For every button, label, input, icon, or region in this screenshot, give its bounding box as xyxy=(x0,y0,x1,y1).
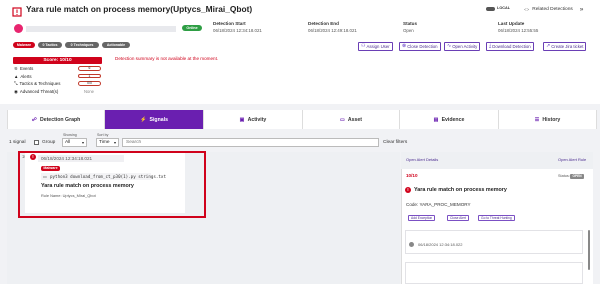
search-input[interactable] xyxy=(122,138,379,147)
detection-page: Yara rule match on process memory(Uptycs… xyxy=(0,0,600,284)
signals-icon: ⚡ xyxy=(140,116,147,123)
activity-tab-icon: ▣ xyxy=(239,116,245,123)
detail-status-label: Status: xyxy=(558,174,570,178)
history-icon: ☰ xyxy=(534,116,540,123)
activity-icon: ∿ xyxy=(447,43,452,49)
asset-logo xyxy=(14,24,23,33)
group-label: Group xyxy=(42,140,56,145)
advanced-threats-value: None xyxy=(84,88,95,94)
event-timestamp: 06/18/2024 12:34:18.022 xyxy=(418,242,463,247)
close-detection-button[interactable]: ⊗ Close Detection xyxy=(399,42,441,51)
advanced-threat-icon: ◉ xyxy=(14,88,18,94)
tag-malware: Malware xyxy=(13,42,35,48)
sort-select[interactable]: Time ▾ xyxy=(96,138,119,147)
tag-techniques: 0 Techniques xyxy=(65,42,99,48)
events-count: 6 xyxy=(78,66,101,71)
detection-end-value: 06/18/2024 12:49:18.021 xyxy=(308,28,357,33)
chevron-right-icon: » xyxy=(579,6,584,13)
related-detections-link[interactable]: <> Related Detections » xyxy=(524,6,584,14)
alerts-row: ▲ Alerts xyxy=(14,73,32,79)
open-alert-rule-link[interactable]: Open Alert Rule xyxy=(558,158,586,162)
chevron-down-icon: ▾ xyxy=(81,140,84,145)
detail-status-badge: OPEN xyxy=(570,174,584,179)
graph-icon: ☍ xyxy=(31,116,37,123)
group-checkbox[interactable] xyxy=(34,140,39,145)
events-row: ⚟ Events xyxy=(14,66,34,71)
env-toggle[interactable]: LOCAL xyxy=(486,6,510,11)
last-update-label: Last Update xyxy=(498,21,525,26)
last-update-value: 06/18/2024 12:55:55 xyxy=(498,28,539,33)
page-title: Yara rule match on process memory(Uptycs… xyxy=(26,4,253,14)
events-icon: ⚟ xyxy=(14,66,18,71)
toggle-icon xyxy=(486,7,495,11)
tag-tactics: 0 Tactics xyxy=(38,42,62,48)
selection-highlight xyxy=(18,151,206,218)
event-dot-icon xyxy=(409,242,414,247)
tab-history[interactable]: ☰ History xyxy=(499,110,596,129)
user-icon: ⚇ xyxy=(361,43,366,49)
open-alert-details-link[interactable]: Open Alert Details xyxy=(406,158,438,162)
advanced-threats-row: ◉ Advanced Threat(s) xyxy=(14,88,59,94)
showing-select[interactable]: All ▾ xyxy=(62,138,87,147)
download-icon: ⤓ xyxy=(489,43,492,49)
assign-user-button[interactable]: ⚇ Assign User xyxy=(358,42,393,51)
clear-filters-link[interactable]: Clear filters xyxy=(383,140,407,146)
summary-message: Detection summary is not available at th… xyxy=(115,56,219,61)
tactics-row: ⤡ Tactics & Techniques xyxy=(14,81,61,86)
event-card-2 xyxy=(405,262,583,284)
status-value: Open xyxy=(403,28,414,33)
asset-name-bar xyxy=(26,26,176,32)
detection-end-label: Detection End xyxy=(308,21,339,26)
external-link-icon: ↗ xyxy=(546,43,551,49)
tab-detection-graph[interactable]: ☍ Detection Graph xyxy=(8,110,105,129)
tab-signals[interactable]: ⚡ Signals xyxy=(105,110,204,129)
detail-score: 10/10 xyxy=(406,173,418,178)
asset-icon: ▭ xyxy=(339,116,345,123)
detection-start-value: 06/18/2024 12:34:18.021 xyxy=(213,28,262,33)
detection-start-label: Detection Start xyxy=(213,21,246,26)
tab-evidence[interactable]: ▤ Evidence xyxy=(400,110,499,129)
tab-asset[interactable]: ▭ Asset xyxy=(303,110,400,129)
detail-scrollbar[interactable] xyxy=(588,230,590,270)
tab-activity[interactable]: ▣ Activity xyxy=(204,110,303,129)
create-jira-button[interactable]: ↗ Create Jira ticket xyxy=(543,42,587,51)
alert-triangle-icon: ▲ xyxy=(14,73,19,79)
separator-icon: <> xyxy=(524,7,530,12)
detection-icon xyxy=(12,4,22,17)
detail-title: Yara rule match on process memory xyxy=(414,187,507,193)
close-circle-icon: ⊗ xyxy=(402,43,407,49)
score-bar: Score: 10/10 xyxy=(13,57,102,64)
tag-actionable: Actionable xyxy=(102,42,130,48)
alerts-count: 1 xyxy=(78,73,101,78)
detail-code: Code: YARA_PROC_MEMORY xyxy=(406,202,471,207)
close-alert-button[interactable]: Close Alert xyxy=(447,215,469,221)
status-label: Status xyxy=(403,21,418,26)
tactics-count: 0/0 xyxy=(78,81,101,86)
detail-alert-icon: ! xyxy=(405,187,411,193)
open-activity-button[interactable]: ∿ Open Activity xyxy=(444,42,481,51)
chevron-down-icon: ▾ xyxy=(113,140,116,145)
download-detection-button[interactable]: ⤓ Download Detection xyxy=(486,42,534,51)
evidence-icon: ▤ xyxy=(433,116,439,123)
tactics-icon: ⤡ xyxy=(14,81,18,86)
online-badge: Online xyxy=(182,25,202,31)
threat-hunting-button[interactable]: Go to Threat Hunting xyxy=(478,215,515,221)
signal-count: 1 signal xyxy=(9,140,26,145)
add-exception-button[interactable]: Add Exception xyxy=(408,215,436,221)
